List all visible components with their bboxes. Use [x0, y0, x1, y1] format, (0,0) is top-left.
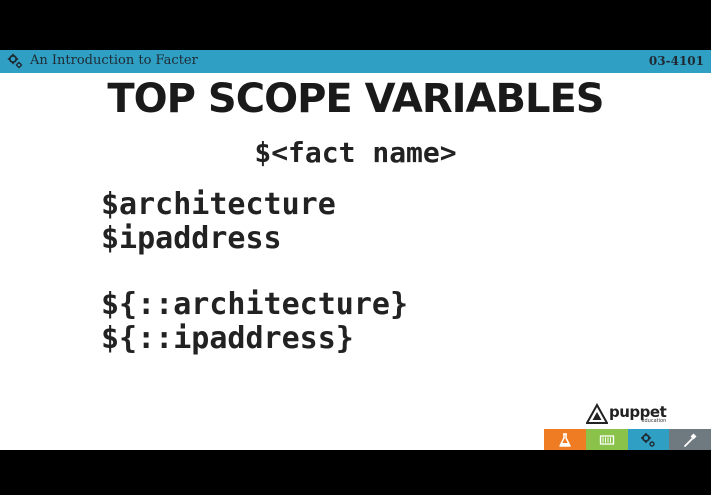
hammer-icon [684, 433, 697, 447]
puppet-education-logo: puppet education [586, 403, 667, 425]
keyboard-button[interactable] [585, 429, 628, 450]
slide-subtitle: $<fact name> [254, 136, 457, 169]
gear-icon [641, 432, 656, 447]
code-line: $ipaddress [101, 221, 282, 256]
settings-button[interactable] [627, 429, 670, 450]
flask-icon [559, 432, 571, 447]
slide-header-bar: An Introduction to Facter 03-4101 [0, 50, 711, 73]
course-code: 03-4101 [648, 54, 704, 68]
code-line: ${::ipaddress} [101, 321, 354, 356]
slide-title: TOP SCOPE VARIABLES [107, 76, 604, 122]
nav-strip [544, 429, 711, 450]
code-line: $architecture [101, 187, 336, 222]
code-line: ${::architecture} [101, 287, 409, 322]
slide: An Introduction to Facter 03-4101 TOP SC… [0, 50, 711, 450]
keyboard-icon [599, 434, 614, 445]
video-viewport: An Introduction to Facter 03-4101 TOP SC… [0, 0, 711, 495]
puppet-logo-icon [586, 403, 608, 424]
lab-button[interactable] [544, 429, 586, 450]
tools-button[interactable] [669, 429, 711, 450]
gear-icon [7, 53, 23, 69]
course-title: An Introduction to Facter [30, 53, 198, 68]
logo-subtext: education [641, 417, 667, 424]
